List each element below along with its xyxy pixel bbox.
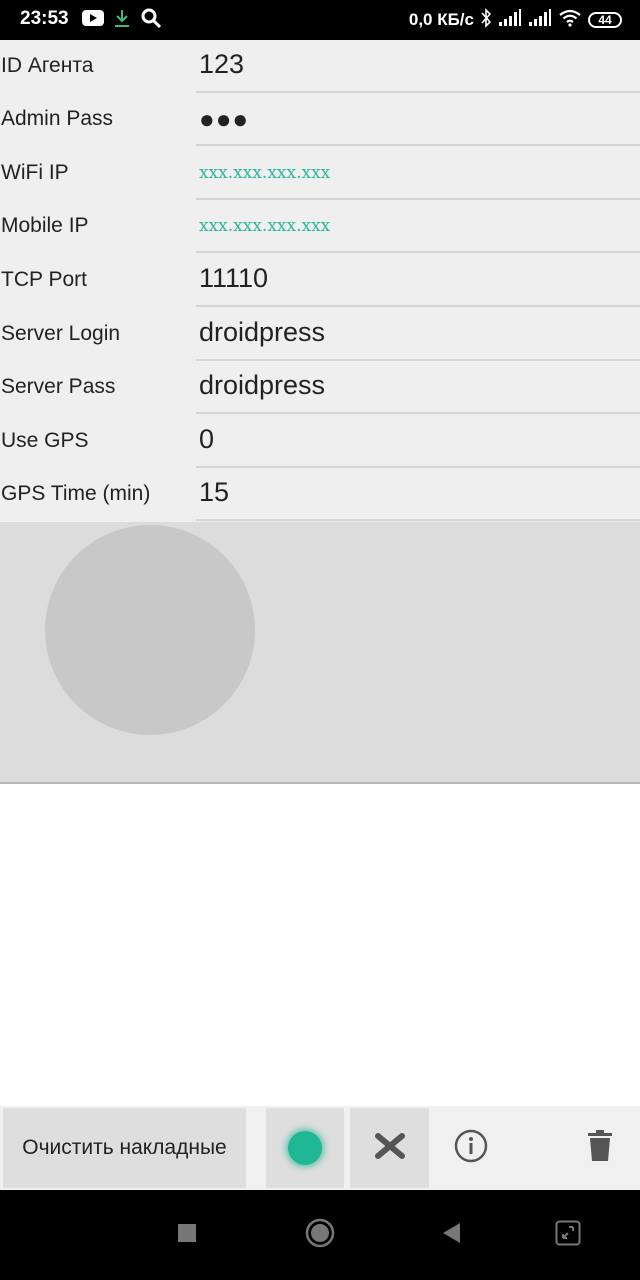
- setting-label: TCP Port: [1, 268, 87, 291]
- info-icon: [454, 1129, 488, 1168]
- back-icon: [440, 1221, 462, 1250]
- search-icon: [140, 7, 162, 34]
- setting-label: Admin Pass: [1, 107, 114, 130]
- delete-button[interactable]: [560, 1108, 640, 1188]
- close-button[interactable]: [350, 1108, 429, 1188]
- bluetooth-icon: [480, 7, 492, 33]
- setting-row-admin-pass[interactable]: Admin Pass ●●●: [0, 93, 640, 146]
- setting-row-agent-id[interactable]: ID Агента 123: [0, 40, 640, 93]
- setting-row-gps-time[interactable]: GPS Time (min) 15: [0, 468, 640, 521]
- recents-icon: [177, 1223, 197, 1248]
- setting-row-wifi-ip[interactable]: WiFi IP xxx.xxx.xxx.xxx: [0, 147, 640, 200]
- home-icon: [305, 1218, 335, 1253]
- mobile-ip-value: xxx.xxx.xxx.xxx: [199, 216, 331, 236]
- back-button[interactable]: [436, 1220, 466, 1250]
- setting-row-tcp-port[interactable]: TCP Port 11110: [0, 254, 640, 307]
- setting-row-server-login[interactable]: Server Login droidpress: [0, 308, 640, 361]
- home-button[interactable]: [305, 1218, 335, 1253]
- setting-row-mobile-ip[interactable]: Mobile IP xxx.xxx.xxx.xxx: [0, 200, 640, 253]
- setting-label: Mobile IP: [1, 214, 89, 237]
- divider: [196, 251, 640, 253]
- signal-icon: [498, 8, 522, 32]
- setting-label: Use GPS: [1, 429, 89, 452]
- setting-row-server-pass[interactable]: Server Pass droidpress: [0, 361, 640, 414]
- divider: [196, 519, 640, 521]
- network-speed: 0,0 КБ/с: [408, 10, 474, 29]
- preview-panel: [0, 522, 640, 784]
- info-button[interactable]: [431, 1108, 511, 1188]
- close-icon: [374, 1132, 406, 1165]
- system-nav-bar: [0, 1190, 640, 1280]
- screenshot-button[interactable]: [553, 1220, 583, 1250]
- signal-icon: [528, 8, 552, 32]
- divider: [196, 412, 640, 414]
- status-left-icons: [82, 7, 162, 33]
- battery-icon: 44: [588, 12, 622, 28]
- screenshot-icon: [555, 1220, 581, 1251]
- status-time: 23:53: [20, 8, 69, 29]
- divider: [196, 144, 640, 146]
- setting-label: Server Pass: [1, 375, 116, 398]
- recents-button[interactable]: [172, 1220, 202, 1250]
- gps-time-field[interactable]: 15: [199, 477, 229, 508]
- server-login-field[interactable]: droidpress: [199, 317, 325, 348]
- use-gps-field[interactable]: 0: [199, 424, 214, 455]
- setting-label: GPS Time (min): [1, 482, 151, 505]
- youtube-icon: [82, 9, 104, 31]
- divider: [196, 305, 640, 307]
- placeholder-circle: [45, 525, 255, 735]
- setting-label: ID Агента: [1, 54, 94, 77]
- settings-list: ID Агента 123 Admin Pass ●●● WiFi IP xxx…: [0, 40, 640, 522]
- status-button[interactable]: [266, 1108, 344, 1188]
- server-pass-field[interactable]: droidpress: [199, 370, 325, 401]
- setting-row-use-gps[interactable]: Use GPS 0: [0, 415, 640, 468]
- setting-label: Server Login: [1, 322, 121, 345]
- tcp-port-field[interactable]: 11110: [199, 263, 268, 294]
- setting-label: WiFi IP: [1, 161, 69, 184]
- wifi-icon: [558, 9, 582, 32]
- trash-icon: [587, 1129, 613, 1167]
- status-right-icons: 0,0 КБ/с 44: [409, 7, 622, 33]
- admin-pass-field[interactable]: ●●●: [199, 104, 249, 135]
- status-dot-icon: [288, 1131, 322, 1165]
- wifi-ip-value: xxx.xxx.xxx.xxx: [199, 163, 331, 183]
- bottom-toolbar: Очистить накладные: [0, 1106, 640, 1190]
- download-icon: [112, 8, 132, 33]
- agent-id-field[interactable]: 123: [199, 49, 244, 80]
- status-bar: 23:53 0,0 КБ/с 44: [0, 0, 640, 40]
- clear-invoices-button[interactable]: Очистить накладные: [3, 1108, 246, 1188]
